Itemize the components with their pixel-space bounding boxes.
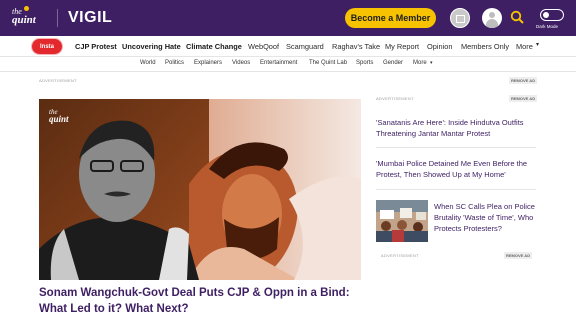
sidebar-card-thumbnail[interactable] <box>376 200 428 242</box>
ad-label-side: ADVERTISEMENT <box>376 96 414 101</box>
remove-ad-button-side[interactable]: REMOVE AD <box>509 95 538 102</box>
sidebar-divider <box>376 147 536 148</box>
header-divider <box>57 9 58 27</box>
nav-my-report[interactable]: My Report <box>385 42 419 51</box>
hero-logo-line2: quint <box>49 114 69 124</box>
nav-entertainment[interactable]: Entertainment <box>260 60 297 66</box>
nav-sports[interactable]: Sports <box>356 60 373 66</box>
hero-headline[interactable]: Sonam Wangchuk-Govt Deal Puts CJP & Oppn… <box>39 285 359 317</box>
the-quint-logo[interactable]: the quint <box>12 6 46 29</box>
nav-world[interactable]: World <box>140 60 156 66</box>
nav-members-only[interactable]: Members Only <box>461 42 509 51</box>
remove-ad-button-side-bottom[interactable]: REMOVE AD <box>504 252 533 259</box>
avatar-body <box>486 19 498 28</box>
sidebar-story-1[interactable]: 'Sanatanis Are Here': Inside Hindutva Ou… <box>376 117 541 139</box>
sidebar-divider <box>376 189 536 190</box>
logo-dot <box>24 6 29 11</box>
hero-image[interactable]: the quint <box>39 99 361 280</box>
sidebar-story-2[interactable]: 'Mumbai Police Detained Me Even Before t… <box>376 158 541 180</box>
ad-label-side-bottom: ADVERTISEMENT <box>381 253 419 258</box>
nav-uncovering-hate[interactable]: Uncovering Hate <box>122 42 181 51</box>
nav-more-secondary[interactable]: More <box>413 60 427 66</box>
nav-scamguard[interactable]: Scamguard <box>286 42 324 51</box>
nav-webqoof[interactable]: WebQoof <box>248 42 279 51</box>
become-member-button[interactable]: Become a Member <box>345 8 436 28</box>
dark-mode-toggle[interactable] <box>540 9 564 21</box>
nav-more[interactable]: More <box>516 42 533 51</box>
nav-gender[interactable]: Gender <box>383 60 403 66</box>
chevron-down-icon[interactable]: ▾ <box>430 60 433 66</box>
primary-nav: Insta CJP Protest Uncovering Hate Climat… <box>0 36 576 57</box>
search-icon[interactable] <box>510 10 524 24</box>
avatar-icon[interactable] <box>482 8 502 28</box>
ad-label-top: ADVERTISEMENT <box>39 78 77 83</box>
hero-illustration <box>39 99 361 280</box>
avatar-head <box>489 12 495 18</box>
protest-photo <box>376 200 428 242</box>
hero-quint-logo: the quint <box>49 109 69 124</box>
dark-mode-label: Dark Mode <box>536 24 559 29</box>
nav-raghavs-take[interactable]: Raghav's Take <box>332 42 380 51</box>
vigil-brand[interactable]: VIGIL <box>68 9 112 27</box>
nav-cjp-protest[interactable]: CJP Protest <box>75 42 117 51</box>
nav-opinion[interactable]: Opinion <box>427 42 452 51</box>
top-header: the quint VIGIL Become a Member Dark Mod… <box>0 0 576 36</box>
insta-badge[interactable]: Insta <box>31 38 63 55</box>
secondary-nav: World Politics Explainers Videos Enterta… <box>0 57 576 72</box>
nav-climate-change[interactable]: Climate Change <box>186 42 242 51</box>
remove-ad-button-top[interactable]: REMOVE AD <box>509 77 538 84</box>
nav-the-quint-lab[interactable]: The Quint Lab <box>309 60 347 66</box>
logo-line2: quint <box>12 14 36 26</box>
sidebar-card-title[interactable]: When SC Calls Plea on Police Brutality '… <box>434 201 539 234</box>
gift-icon[interactable] <box>450 8 470 28</box>
chevron-down-icon[interactable]: ▾ <box>536 41 539 48</box>
nav-politics[interactable]: Politics <box>165 60 184 66</box>
nav-explainers[interactable]: Explainers <box>194 60 222 66</box>
nav-videos[interactable]: Videos <box>232 60 250 66</box>
